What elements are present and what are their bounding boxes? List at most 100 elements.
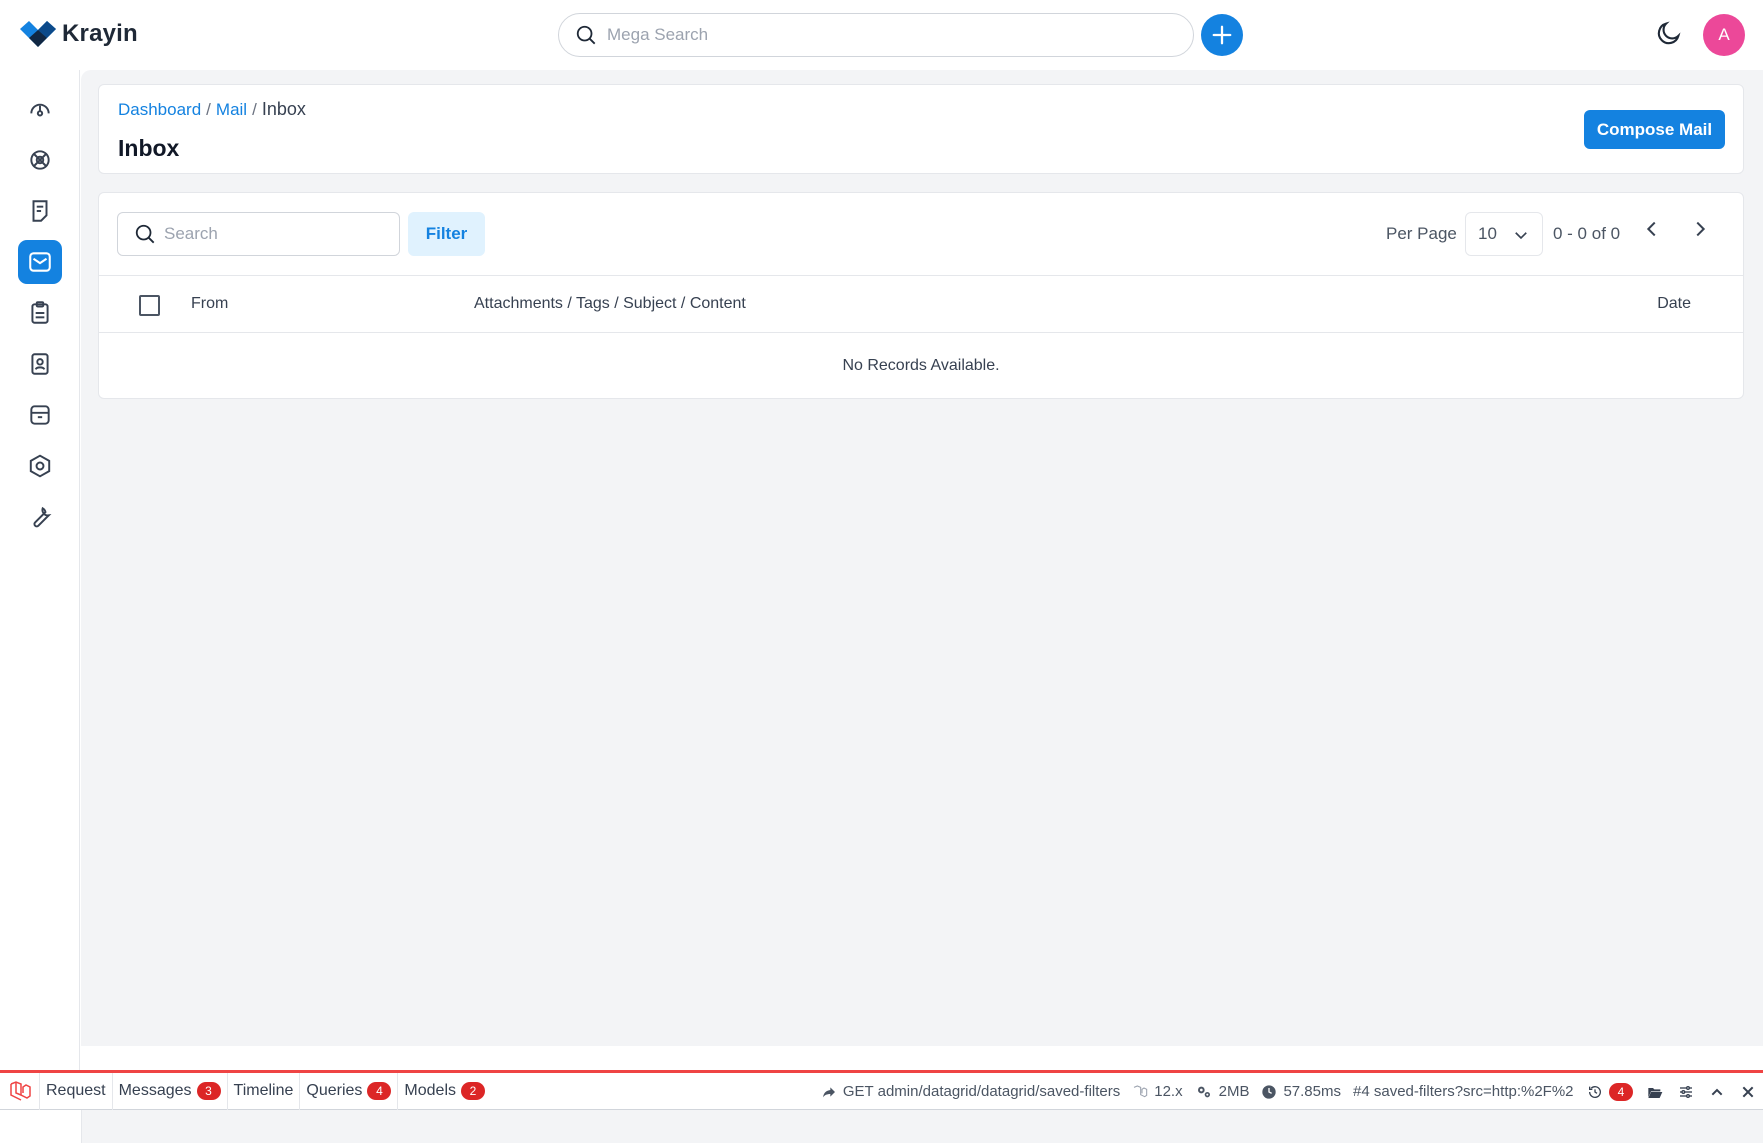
top-bar: Krayin A [0, 0, 1763, 70]
request-selector[interactable]: #4 saved-filters?src=http:%2F%2 [1347, 1083, 1581, 1100]
sidebar-item-settings[interactable] [18, 444, 62, 488]
brand-name: Krayin [62, 20, 138, 47]
mega-search-box[interactable] [558, 13, 1194, 57]
krayin-logo[interactable]: Krayin [20, 20, 138, 48]
close-button[interactable] [1732, 1073, 1763, 1110]
sidebar-item-quotes[interactable] [18, 189, 62, 233]
page-title: Inbox [118, 135, 180, 161]
breadcrumb-dashboard[interactable]: Dashboard [118, 100, 201, 119]
debugbar-tab-label: Messages [118, 1082, 192, 1099]
activities-icon [31, 301, 49, 324]
debugbar-tab-models[interactable]: Models 2 [398, 1073, 491, 1110]
close-icon [1742, 1086, 1753, 1097]
chevron-left-icon [1646, 221, 1656, 237]
page-bottom [0, 1110, 1763, 1143]
sidebar-item-dashboard[interactable] [18, 87, 62, 131]
table-header: From Attachments / Tags / Subject / Cont… [99, 276, 1743, 333]
quick-create-button[interactable] [1201, 14, 1243, 56]
sidebar-item-activities[interactable] [18, 291, 62, 335]
pagination-range: 0 - 0 of 0 [1553, 224, 1621, 243]
mega-search-input[interactable] [607, 25, 1167, 45]
sidebar-item-products[interactable] [18, 393, 62, 437]
duration-stat: 57.85ms [1255, 1083, 1347, 1100]
history-button[interactable]: 4 [1581, 1082, 1639, 1101]
sidebar-item-mail[interactable] [18, 240, 62, 284]
krayin-logo-icon [20, 21, 56, 47]
cogs-icon [1197, 1086, 1210, 1097]
datagrid-search-input[interactable] [164, 224, 384, 244]
request-route-stat[interactable]: GET admin/datagrid/datagrid/saved-filter… [815, 1083, 1126, 1100]
column-header-date[interactable]: Date [1657, 295, 1691, 313]
dark-mode-toggle[interactable] [1655, 19, 1683, 52]
memory-usage: 2MB [1218, 1083, 1250, 1100]
leads-icon [30, 150, 50, 170]
page-bottom-content [81, 1110, 1763, 1143]
chevron-up-icon [1711, 1088, 1722, 1095]
mail-datagrid: Filter Per Page 10 0 - 0 of 0 From Attac… [98, 192, 1744, 399]
quotes-icon [32, 200, 48, 222]
datagrid-toolbar: Filter Per Page 10 0 - 0 of 0 [99, 193, 1743, 276]
search-icon [135, 224, 155, 244]
plus-icon [1212, 25, 1232, 45]
search-icon [576, 25, 596, 45]
moon-icon [1657, 21, 1681, 45]
select-all-checkbox[interactable] [139, 295, 160, 316]
request-route: GET admin/datagrid/datagrid/saved-filter… [842, 1083, 1121, 1100]
debugbar-tab-queries[interactable]: Queries 4 [300, 1072, 399, 1110]
request-duration: 57.85ms [1283, 1083, 1341, 1100]
configuration-wrench-icon [33, 506, 52, 528]
laravel-icon [1134, 1084, 1148, 1097]
folder-open-icon [1647, 1087, 1662, 1098]
sidebar-item-contacts[interactable] [18, 342, 62, 386]
breadcrumb-inbox: Inbox [261, 99, 306, 119]
maximize-button[interactable] [1701, 1073, 1732, 1110]
contacts-icon [31, 353, 49, 375]
datagrid-search-box[interactable] [117, 212, 400, 256]
sliders-icon [1679, 1085, 1692, 1098]
settings-button[interactable] [1670, 1073, 1701, 1110]
debugbar-tab-label: Models [404, 1082, 456, 1099]
dashboard-gauge-icon [30, 103, 50, 117]
breadcrumb-separator: / [252, 100, 257, 119]
settings-icon [29, 454, 51, 478]
share-arrow-icon [822, 1086, 835, 1097]
page-header-card: Dashboard / Mail / Inbox Inbox Compose Mail [98, 84, 1744, 174]
memory-stat: 2MB [1189, 1083, 1256, 1100]
clock-icon [1262, 1084, 1277, 1099]
count-badge: 4 [1609, 1082, 1633, 1101]
sidebar-item-configuration[interactable] [18, 495, 62, 539]
laravel-version: 12.x [1154, 1083, 1183, 1100]
filter-button[interactable]: Filter [408, 212, 485, 256]
breadcrumb-mail[interactable]: Mail [216, 100, 247, 119]
chevron-right-icon [1696, 221, 1706, 237]
per-page-value: 10 [1478, 224, 1497, 243]
debugbar-tab-label: Timeline [233, 1082, 294, 1099]
content-footer-strip [81, 1046, 1763, 1070]
debugbar-tab-label: Request [46, 1082, 106, 1099]
per-page-select[interactable]: 10 [1465, 212, 1543, 256]
compose-mail-button[interactable]: Compose Mail [1584, 110, 1725, 149]
laravel-version-stat: 12.x [1126, 1083, 1188, 1100]
next-page-button[interactable] [1689, 218, 1711, 245]
sidebar-item-leads[interactable] [18, 138, 62, 182]
debugbar-tab-timeline[interactable]: Timeline [228, 1072, 301, 1110]
laravel-logo-icon [9, 1081, 31, 1101]
previous-page-button[interactable] [1641, 218, 1663, 245]
debugbar-logo[interactable] [0, 1072, 40, 1110]
open-folder-button[interactable] [1639, 1073, 1670, 1110]
debugbar-tab-label: Queries [306, 1082, 363, 1099]
debugbar-stats: GET admin/datagrid/datagrid/saved-filter… [815, 1073, 1763, 1110]
count-badge: 3 [196, 1082, 221, 1100]
column-header-content[interactable]: Attachments / Tags / Subject / Content [474, 295, 746, 313]
sidebar [0, 70, 80, 1143]
user-avatar[interactable]: A [1703, 14, 1745, 56]
debug-bar: Request Messages 3 Timeline Queries 4 Mo… [0, 1070, 1763, 1110]
debugbar-tab-messages[interactable]: Messages 3 [113, 1072, 228, 1110]
count-badge: 2 [461, 1082, 485, 1100]
per-page-label: Per Page [1386, 224, 1457, 243]
column-header-from[interactable]: From [191, 295, 228, 313]
request-hash: #4 saved-filters?src=http:%2F%2 [1353, 1083, 1574, 1100]
breadcrumb: Dashboard / Mail / Inbox [118, 99, 306, 120]
debugbar-tab-request[interactable]: Request [40, 1072, 113, 1110]
empty-state-message: No Records Available. [842, 357, 1000, 374]
